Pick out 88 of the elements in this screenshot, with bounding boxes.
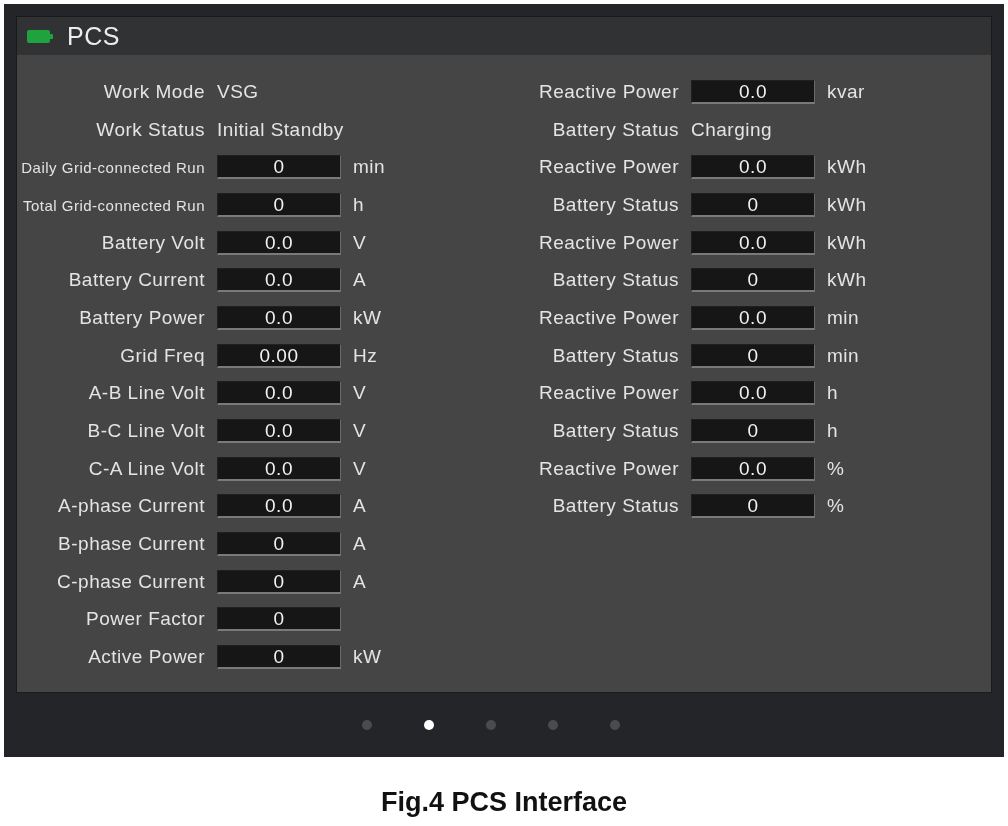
value-field: 0.0 — [217, 381, 341, 406]
field-label: Active Power — [88, 646, 205, 669]
field-label: Battery Status — [552, 269, 679, 292]
unit-label: V — [353, 457, 367, 479]
field-label: Battery Volt — [101, 231, 205, 254]
unit-label: V — [353, 231, 367, 253]
unit-label: A — [353, 269, 367, 291]
field-label: Battery Status — [552, 495, 679, 518]
field-label: Total Grid-connected Run — [22, 196, 205, 214]
field-label: Reactive Power — [538, 156, 679, 179]
field-label: C-phase Current — [57, 570, 205, 593]
page-dot[interactable] — [548, 720, 558, 730]
field-label: Battery Status — [552, 344, 679, 367]
field-label: A-phase Current — [58, 495, 205, 518]
page-dot[interactable] — [610, 720, 620, 730]
unit-label: V — [353, 420, 367, 442]
value-field: 0 — [691, 419, 815, 444]
value-field: 0.0 — [691, 155, 815, 180]
unit-label: kW — [353, 646, 382, 668]
figure-caption: Fig.4 PCS Interface — [380, 787, 628, 817]
field-label: Power Factor — [86, 608, 205, 631]
unit-label: min — [827, 344, 860, 366]
unit-label: kWh — [827, 269, 867, 291]
value-field: 0 — [691, 268, 815, 293]
value-field: 0.0 — [691, 230, 815, 255]
unit-label: % — [827, 495, 845, 517]
unit-label: min — [827, 306, 860, 328]
unit-label: V — [353, 382, 367, 404]
value-field: 0.0 — [691, 305, 815, 330]
value-field: 0.00 — [217, 343, 341, 368]
field-label: Reactive Power — [538, 382, 679, 405]
field-label: Reactive Power — [538, 231, 679, 254]
value-field: 0.0 — [217, 419, 341, 444]
unit-label: A — [353, 570, 367, 592]
field-label: B-C Line Volt — [87, 420, 205, 443]
value-field: 0.0 — [217, 230, 341, 255]
unit-label: kWh — [827, 231, 867, 253]
panel-title: PCS — [67, 21, 120, 51]
value-field: 0 — [217, 645, 341, 670]
field-label: Work Status — [96, 118, 205, 141]
status-value: Charging — [691, 118, 773, 140]
unit-label: kWh — [827, 193, 867, 215]
unit-label: min — [353, 156, 386, 178]
battery-icon — [27, 29, 53, 43]
unit-label: kWh — [827, 156, 867, 178]
field-label: Work Mode — [103, 80, 205, 103]
value-field: 0.0 — [691, 79, 815, 104]
field-label: Battery Status — [552, 420, 679, 443]
page-dot[interactable] — [362, 720, 372, 730]
value-field: 0.0 — [217, 456, 341, 481]
unit-label: A — [353, 495, 367, 517]
unit-label: h — [827, 420, 839, 442]
value-field: 0.0 — [691, 381, 815, 406]
field-label: A-B Line Volt — [88, 382, 205, 405]
unit-label: A — [353, 533, 367, 555]
field-label: Grid Freq — [120, 344, 205, 367]
field-label: B-phase Current — [58, 533, 205, 556]
value-field: 0 — [217, 155, 341, 180]
unit-label: h — [353, 193, 365, 215]
value-field: 0.0 — [217, 305, 341, 330]
value-field: 0.0 — [217, 494, 341, 519]
field-label: Battery Current — [68, 269, 205, 292]
unit-label: % — [827, 457, 845, 479]
status-value: Initial Standby — [217, 118, 344, 140]
value-field: 0 — [691, 343, 815, 368]
status-value: VSG — [217, 80, 259, 102]
value-field: 0 — [217, 192, 341, 217]
unit-label: kvar — [827, 80, 865, 102]
unit-label: Hz — [353, 344, 378, 366]
value-field: 0 — [691, 494, 815, 519]
field-label: Reactive Power — [538, 457, 679, 480]
field-label: Battery Status — [552, 118, 679, 141]
field-label: Reactive Power — [538, 80, 679, 103]
value-field: 0.0 — [217, 268, 341, 293]
value-field: 0.0 — [691, 456, 815, 481]
unit-label: h — [827, 382, 839, 404]
value-field: 0 — [691, 192, 815, 217]
value-field: 0 — [217, 532, 341, 557]
page-dot[interactable] — [424, 720, 434, 730]
value-field: 0 — [217, 569, 341, 594]
field-label: Reactive Power — [538, 306, 679, 329]
field-label: C-A Line Volt — [88, 457, 205, 480]
field-label: Battery Power — [79, 306, 205, 329]
value-field: 0 — [217, 607, 341, 632]
field-label: Daily Grid-connected Run — [21, 159, 205, 177]
field-label: Battery Status — [552, 193, 679, 216]
page-dot[interactable] — [486, 720, 496, 730]
unit-label: kW — [353, 306, 382, 328]
